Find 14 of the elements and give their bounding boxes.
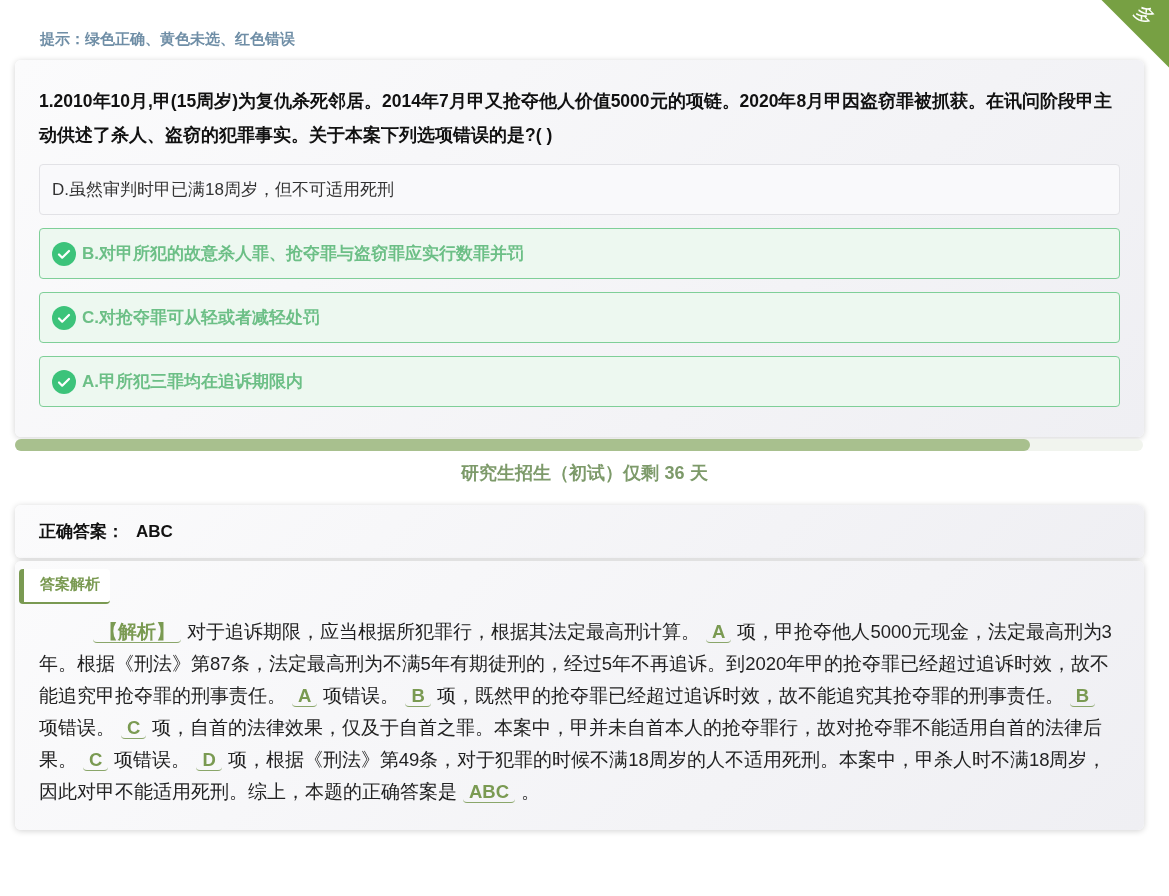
countdown-text: 研究生招生（初试）仅剩 36 天: [460, 462, 709, 485]
check-circle-icon: [52, 241, 76, 266]
analysis-paragraph: 【解析】 对于追诉期限，应当根据所犯罪行，根据其法定最高刑计算。 A 项，甲抢夺他人5000元现金，法定最高刑为3年。根据《刑法》第87条，法定最高刑为不满5年有期徒刑的，经过5年不再追诉。到2020年甲的抢夺罪已经超过追诉时效，故不能追究甲抢夺罪的刑事责任。 A 项错误。 B 项，既然甲的抢夺罪已经超过追诉时效，故不能追究其抢夺罪的刑事责任。 B 项错误。 C 项，自首的法律效果，仅及于自首之罪。本案中，甲并未自首本人的抢夺罪行，故对抢夺罪不能适用自首的法律后果。 C 项错误。 D 项，根据《刑法》第49条，对于犯罪的时候不满18周岁的人不适用死刑。本案中，甲杀人时不满18周岁，因此对甲不能适用死刑。综上，本题的正确答案是 ABC 。: [39, 620, 1113, 805]
answer-value: ABC: [136, 521, 173, 542]
correct-option[interactable]: A.甲所犯三罪均在追诉期限内: [39, 356, 1120, 407]
answer-option[interactable]: D.虽然审判时甲已满18周岁，但不可适用死刑: [39, 164, 1120, 215]
correct-option[interactable]: C.对抢夺罪可从轻或者减轻处罚: [39, 292, 1120, 343]
check-circle-icon: [52, 305, 76, 330]
check-circle-icon: [52, 369, 76, 394]
multi-choice-tag: 多: [1124, 0, 1162, 37]
question-text: 1.2010年10月,甲(15周岁)为复仇杀死邻居。2014年7月甲又抢夺他人价值5000元的项链。2020年8月甲因盗窃罪被抓获。在讯问阶段甲主动供述了杀人、盗窃的犯罪事实。关于本案下列选项错误的是?( ): [39, 90, 1114, 147]
correct-option[interactable]: B.对甲所犯的故意杀人罪、抢夺罪与盗窃罪应实行数罪并罚: [39, 228, 1120, 279]
answer-label: 正确答案：: [39, 521, 124, 543]
hint-text: 提示：绿色正确、黄色未选、红色错误: [40, 30, 295, 47]
